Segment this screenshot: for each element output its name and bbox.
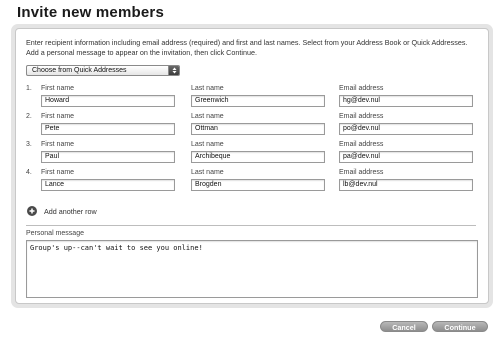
- last-name-label: Last name: [191, 85, 224, 92]
- invite-form: Enter recipient information including em…: [15, 28, 489, 304]
- email-field[interactable]: lb@dev.nul: [339, 179, 473, 191]
- continue-button[interactable]: Continue: [432, 321, 488, 332]
- select-arrows-icon: [168, 66, 179, 75]
- page-title: Invite new members: [17, 4, 164, 21]
- instructions-text: Enter recipient information including em…: [26, 38, 468, 57]
- recipient-row: 2. First name Last name Email address Pe…: [16, 112, 488, 140]
- email-label: Email address: [339, 113, 384, 120]
- email-label: Email address: [339, 85, 384, 92]
- personal-message-label: Personal message: [26, 230, 84, 237]
- add-another-row-label: Add another row: [44, 207, 97, 216]
- row-number: 4.: [26, 169, 32, 176]
- email-field[interactable]: po@dev.nul: [339, 123, 473, 135]
- last-name-field[interactable]: Greenwich: [191, 95, 325, 107]
- personal-message-textarea[interactable]: Group's up--can't wait to see you online…: [26, 240, 478, 298]
- email-label: Email address: [339, 169, 384, 176]
- last-name-label: Last name: [191, 141, 224, 148]
- first-name-field[interactable]: Paul: [41, 151, 175, 163]
- last-name-field[interactable]: Brogden: [191, 179, 325, 191]
- row-number: 3.: [26, 141, 32, 148]
- email-field[interactable]: hg@dev.nul: [339, 95, 473, 107]
- row-number: 2.: [26, 113, 32, 120]
- first-name-label: First name: [41, 141, 75, 148]
- quick-addresses-select[interactable]: Choose from Quick Addresses: [26, 65, 180, 76]
- first-name-field[interactable]: Howard: [41, 95, 175, 107]
- invite-panel: Enter recipient information including em…: [11, 24, 493, 308]
- divider: [26, 225, 476, 226]
- recipient-row: 3. First name Last name Email address Pa…: [16, 140, 488, 168]
- row-number: 1.: [26, 85, 32, 92]
- cancel-button[interactable]: Cancel: [380, 321, 428, 332]
- email-label: Email address: [339, 141, 384, 148]
- first-name-label: First name: [41, 169, 75, 176]
- first-name-label: First name: [41, 113, 75, 120]
- recipient-row: 4. First name Last name Email address La…: [16, 168, 488, 196]
- quick-addresses-select-value: Choose from Quick Addresses: [32, 67, 127, 74]
- last-name-label: Last name: [191, 169, 224, 176]
- last-name-field[interactable]: Archibeque: [191, 151, 325, 163]
- last-name-field[interactable]: Ottman: [191, 123, 325, 135]
- first-name-field[interactable]: Lance: [41, 179, 175, 191]
- first-name-field[interactable]: Pete: [41, 123, 175, 135]
- first-name-label: First name: [41, 85, 75, 92]
- plus-circle-icon: [27, 206, 37, 216]
- email-field[interactable]: pa@dev.nul: [339, 151, 473, 163]
- last-name-label: Last name: [191, 113, 224, 120]
- recipient-row: 1. First name Last name Email address Ho…: [16, 84, 488, 112]
